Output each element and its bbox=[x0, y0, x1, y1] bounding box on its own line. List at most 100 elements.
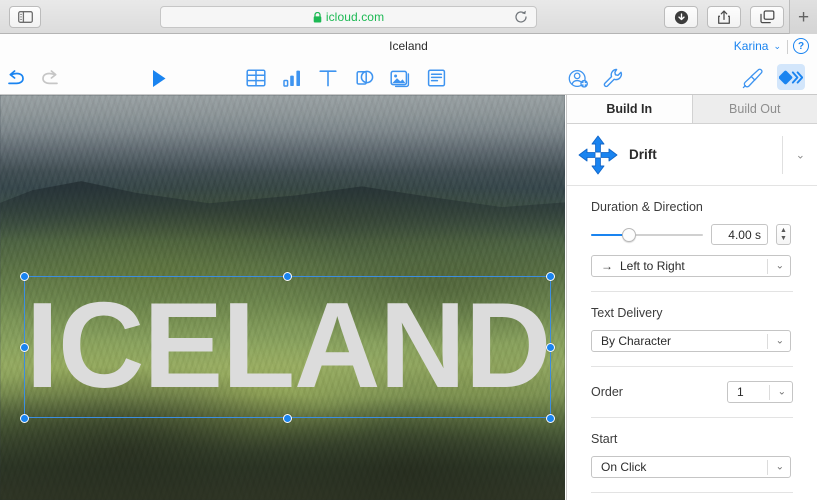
undo-icon bbox=[8, 70, 24, 85]
play-button[interactable] bbox=[148, 67, 170, 89]
order-row: Order 1 ⌄ bbox=[591, 381, 793, 403]
animate-button[interactable] bbox=[777, 64, 805, 90]
insert-media-button[interactable] bbox=[389, 67, 411, 89]
browser-toolbar: icloud.com + bbox=[0, 0, 817, 34]
add-collaborator-icon bbox=[568, 69, 588, 88]
chart-icon bbox=[283, 70, 300, 87]
start-value: On Click bbox=[601, 460, 647, 474]
text-delivery-section: Text Delivery By Character ⌄ bbox=[567, 292, 817, 367]
address-bar[interactable]: icloud.com bbox=[160, 6, 537, 28]
text-icon bbox=[319, 70, 337, 87]
order-section: Order 1 ⌄ bbox=[567, 367, 817, 418]
tab-overview-button[interactable] bbox=[750, 6, 784, 28]
start-select[interactable]: On Click ⌄ bbox=[591, 456, 791, 478]
insert-shape-button[interactable] bbox=[353, 67, 375, 89]
sidebar-toggle-button[interactable] bbox=[9, 6, 41, 28]
resize-handle-middle-left[interactable] bbox=[20, 343, 29, 352]
divider bbox=[591, 492, 793, 493]
share-button[interactable] bbox=[707, 6, 741, 28]
insert-text-button[interactable] bbox=[317, 67, 339, 89]
resize-handle-bottom-center[interactable] bbox=[283, 414, 292, 423]
shape-icon bbox=[355, 70, 373, 85]
stepper-up-icon[interactable]: ▲ bbox=[780, 227, 787, 234]
tab-build-in[interactable]: Build In bbox=[567, 95, 692, 123]
app-window: icloud.com + Iceland Karina ⌄ ? ICELAND … bbox=[0, 0, 817, 500]
effect-selector-row[interactable]: Drift ⌄ bbox=[567, 124, 817, 186]
effect-name: Drift bbox=[629, 147, 657, 162]
account-name: Karina bbox=[733, 39, 769, 53]
duration-direction-section: Duration & Direction 4.00 s ▲ ▼ → Left t… bbox=[567, 186, 817, 292]
downloads-button[interactable] bbox=[664, 6, 698, 28]
format-button[interactable] bbox=[742, 67, 764, 89]
chevron-down-icon[interactable]: ⌄ bbox=[776, 261, 784, 272]
url-text: icloud.com bbox=[325, 10, 385, 24]
chevron-down-icon[interactable]: ⌄ bbox=[778, 387, 786, 398]
order-value: 1 bbox=[737, 385, 744, 399]
chevron-down-icon[interactable]: ⌄ bbox=[776, 462, 784, 473]
duration-label: Duration & Direction bbox=[591, 200, 703, 214]
divider bbox=[767, 460, 768, 475]
selection-bounding-box bbox=[24, 276, 551, 418]
sidebar-toggle-icon bbox=[17, 11, 33, 23]
duration-controls: 4.00 s ▲ ▼ bbox=[591, 224, 793, 245]
divider bbox=[787, 40, 788, 54]
stepper-down-icon[interactable]: ▼ bbox=[780, 235, 787, 242]
slide-canvas[interactable]: ICELAND bbox=[0, 95, 565, 500]
divider bbox=[767, 259, 768, 274]
insert-table-button[interactable] bbox=[245, 67, 267, 89]
duration-stepper[interactable]: ▲ ▼ bbox=[776, 224, 791, 245]
chevron-down-icon[interactable]: ⌄ bbox=[776, 336, 784, 347]
downloads-icon bbox=[674, 10, 688, 24]
text-delivery-label: Text Delivery bbox=[591, 306, 663, 320]
duration-slider[interactable] bbox=[591, 227, 703, 243]
table-icon bbox=[246, 69, 266, 87]
app-toolbar bbox=[0, 59, 817, 95]
resize-handle-bottom-right[interactable] bbox=[546, 414, 555, 423]
redo-button[interactable] bbox=[39, 67, 61, 89]
text-delivery-select[interactable]: By Character ⌄ bbox=[591, 330, 791, 352]
direction-arrow-icon: → bbox=[601, 259, 613, 273]
slider-thumb[interactable] bbox=[622, 227, 636, 242]
format-paintbrush-icon bbox=[742, 68, 763, 88]
start-label: Start bbox=[591, 432, 618, 446]
four-way-arrows-icon bbox=[578, 135, 618, 174]
share-icon bbox=[718, 9, 730, 24]
tab-build-out[interactable]: Build Out bbox=[691, 95, 817, 123]
redo-icon bbox=[42, 70, 58, 85]
undo-button[interactable] bbox=[5, 67, 27, 89]
document-title: Iceland bbox=[389, 39, 428, 53]
resize-handle-top-center[interactable] bbox=[283, 272, 292, 281]
new-tab-button[interactable]: + bbox=[789, 0, 817, 34]
play-icon bbox=[153, 69, 166, 87]
tools-button[interactable] bbox=[602, 67, 624, 89]
address-bar-content: icloud.com bbox=[313, 10, 384, 24]
inspector-tabs: Build In Build Out bbox=[567, 95, 817, 124]
resize-handle-middle-right[interactable] bbox=[546, 343, 555, 352]
resize-handle-bottom-left[interactable] bbox=[20, 414, 29, 423]
animate-inspector-panel: Build In Build Out Drift ⌄ Duration & Di… bbox=[566, 95, 817, 500]
order-label: Order bbox=[591, 385, 623, 399]
direction-select[interactable]: → Left to Right ⌄ bbox=[591, 255, 791, 277]
lock-icon bbox=[313, 11, 322, 22]
resize-handle-top-right[interactable] bbox=[546, 272, 555, 281]
collaborate-button[interactable] bbox=[568, 67, 590, 89]
document-title-bar: Iceland Karina ⌄ ? bbox=[0, 34, 817, 59]
resize-handle-top-left[interactable] bbox=[20, 272, 29, 281]
chevron-down-icon[interactable]: ⌄ bbox=[796, 148, 805, 161]
help-button[interactable]: ? bbox=[793, 38, 809, 54]
reload-icon[interactable] bbox=[514, 10, 528, 24]
divider bbox=[782, 136, 783, 174]
tools-icon bbox=[603, 68, 622, 87]
divider bbox=[767, 334, 768, 349]
duration-value-field[interactable]: 4.00 s bbox=[711, 224, 768, 245]
insert-chart-button[interactable] bbox=[281, 67, 303, 89]
start-section: Start On Click ⌄ bbox=[567, 418, 817, 493]
insert-comment-button[interactable] bbox=[425, 67, 447, 89]
animate-icon bbox=[779, 70, 803, 84]
text-delivery-value: By Character bbox=[601, 334, 672, 348]
effect-icon-wrapper bbox=[567, 134, 629, 176]
direction-value: Left to Right bbox=[620, 259, 685, 273]
chevron-down-icon: ⌄ bbox=[773, 40, 781, 51]
account-menu[interactable]: Karina ⌄ bbox=[734, 39, 781, 53]
order-select[interactable]: 1 ⌄ bbox=[727, 381, 793, 403]
